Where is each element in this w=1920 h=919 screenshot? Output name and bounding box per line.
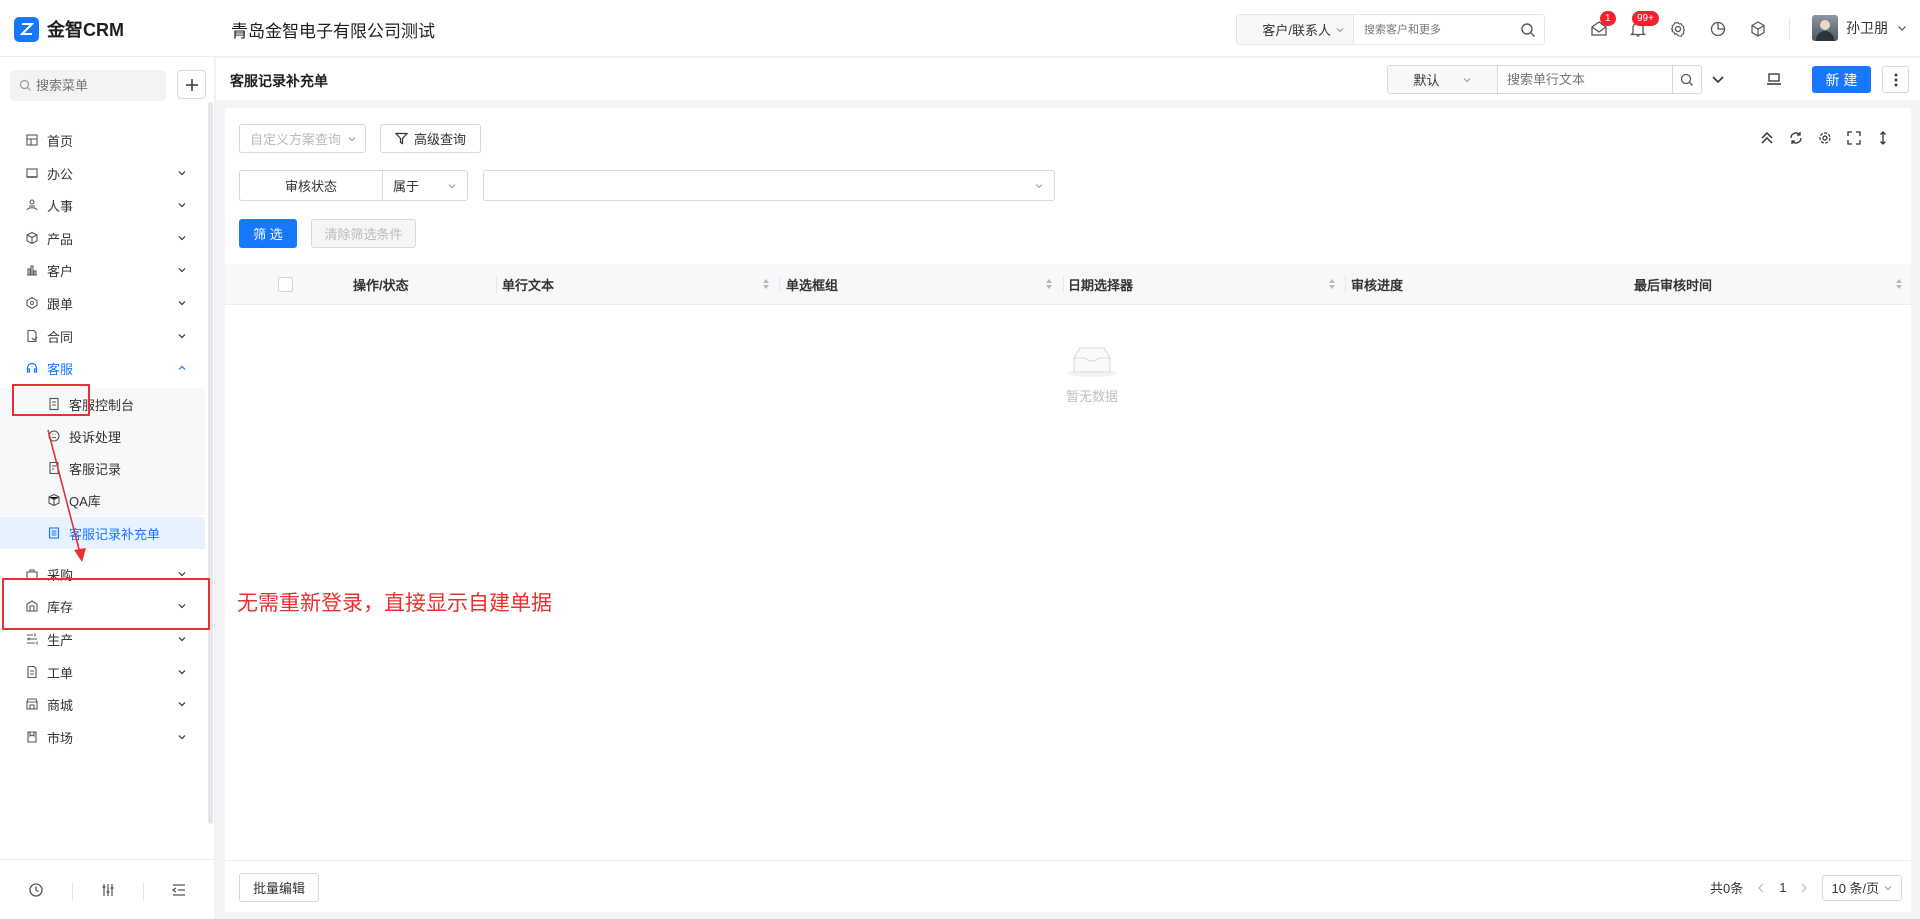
- annotation-arrow: [47, 429, 86, 562]
- annotation-text: 无需重新登录，直接显示自建单据: [237, 591, 552, 615]
